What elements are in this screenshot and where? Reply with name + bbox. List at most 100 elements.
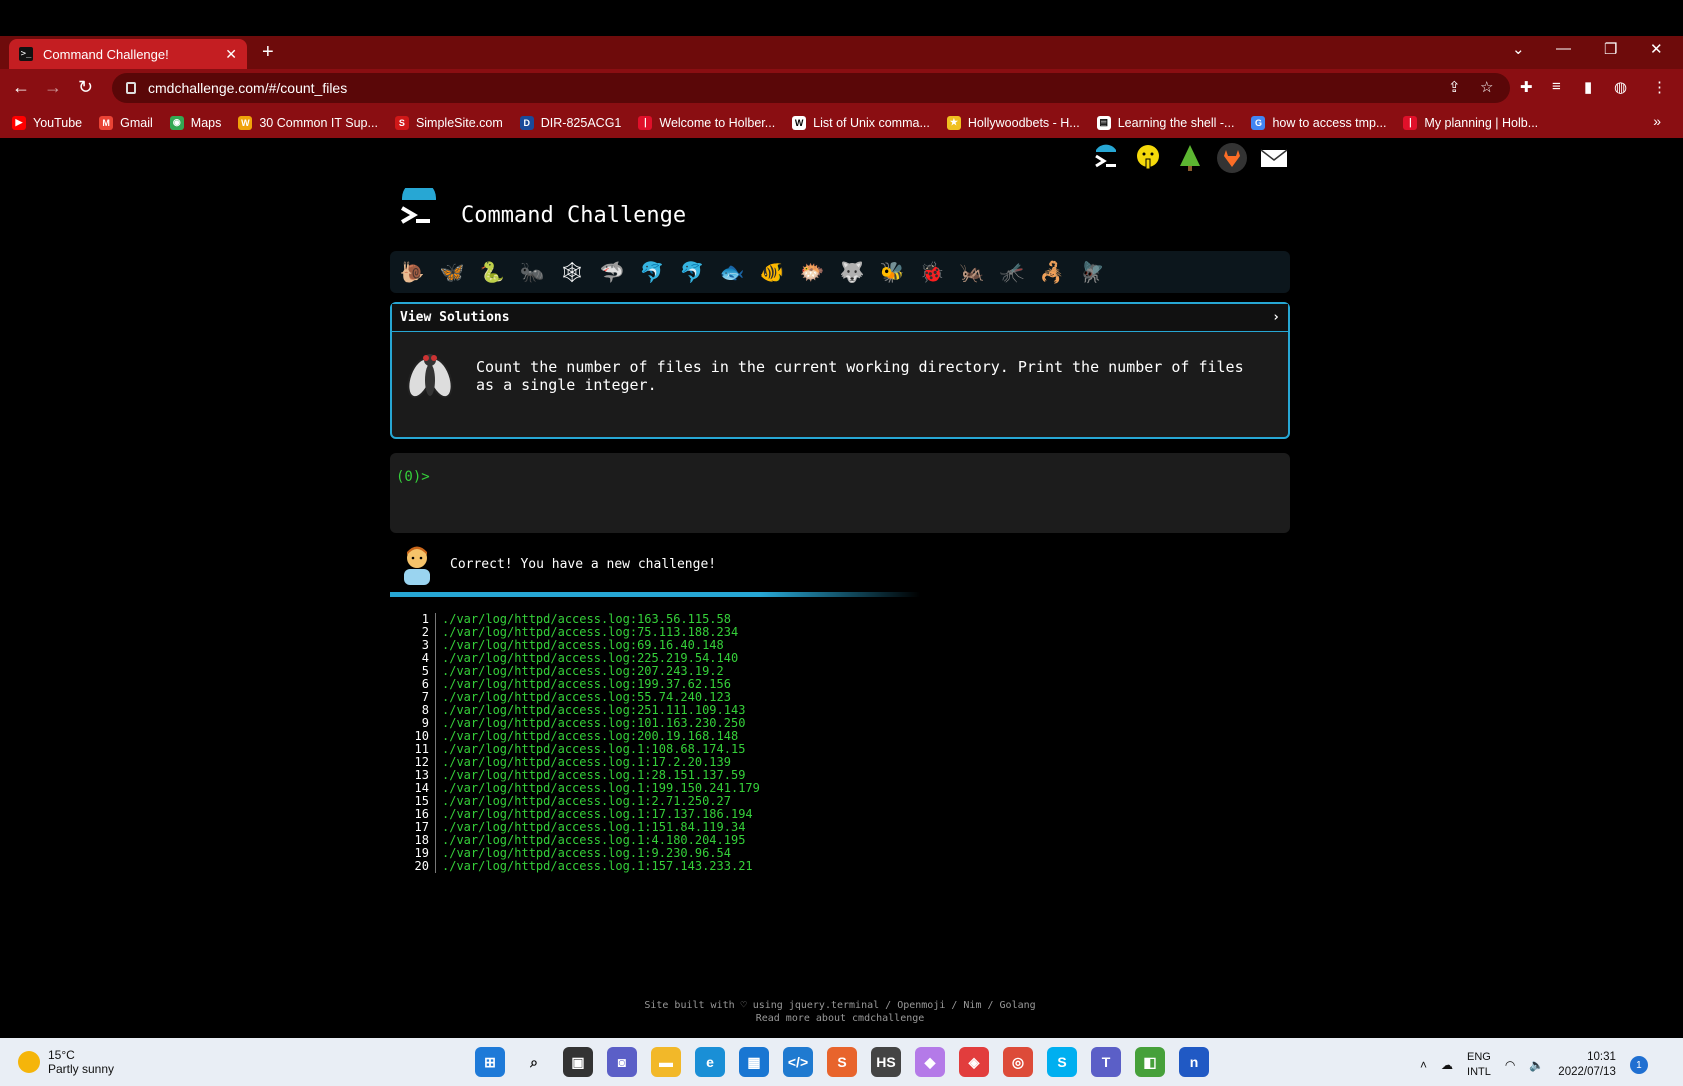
bookmark-item[interactable]: W List of Unix comma... [792,115,930,130]
tab-command-challenge[interactable]: >_ Command Challenge! ✕ [9,39,247,69]
chrome-icon[interactable]: ◎ [1003,1047,1033,1077]
bookmark-label: List of Unix comma... [813,115,930,130]
challenge-description: Count the number of files in the current… [476,358,1244,394]
shushing-face-icon[interactable] [1132,142,1164,174]
chat-icon[interactable]: ◙ [607,1047,637,1077]
tab-close-icon[interactable]: ✕ [225,46,237,63]
bookmark-item[interactable]: ▶ YouTube [12,115,82,130]
dolphin-icon[interactable]: 🐬 [638,258,666,286]
ant-icon[interactable]: 🐜 [518,258,546,286]
tropical-fish-icon[interactable]: 🐠 [758,258,786,286]
back-icon[interactable]: ← [12,77,30,98]
volume-icon[interactable]: 🔈 [1529,1058,1544,1072]
footer-credits: Site built with ♡ using jquery.terminal … [644,1000,1036,1011]
site-title: Command Challenge [461,203,687,228]
view-solutions-header[interactable]: View Solutions › [392,304,1288,332]
reload-icon[interactable]: ↻ [78,77,93,98]
bluestacks-icon[interactable]: ◧ [1135,1047,1165,1077]
bookmark-item[interactable]: ★ Hollywoodbets - H... [946,115,1080,130]
store-icon[interactable]: ▦ [739,1047,769,1077]
weather-widget[interactable]: 15°C Partly sunny [18,1048,114,1076]
windows-start-icon[interactable]: ⊞ [475,1047,505,1077]
chevron-right-icon[interactable]: › [1272,310,1280,325]
bookmark-favicon-icon: ❘ [638,115,653,130]
forward-icon[interactable]: → [44,77,62,98]
restore-icon[interactable]: ❐ [1604,40,1617,58]
hs-app-icon[interactable]: HS [871,1047,901,1077]
scorpion-icon[interactable]: 🦂 [1038,258,1066,286]
terminal-input[interactable]: (0)> [390,453,1290,533]
tab-search-icon[interactable]: ⌄ [1512,40,1525,58]
dolphin-2-icon[interactable]: 🐬 [678,258,706,286]
weather-temperature: 15°C [48,1048,75,1062]
snake-icon[interactable]: 🐍 [478,258,506,286]
search-icon[interactable]: ⌕ [519,1047,549,1077]
ladybug-icon[interactable]: 🐞 [918,258,946,286]
sublime-icon[interactable]: S [827,1047,857,1077]
close-window-icon[interactable]: ✕ [1650,40,1663,58]
wifi-icon[interactable]: ◠ [1505,1058,1515,1072]
person-avatar-icon [400,543,434,585]
bookmark-favicon-icon: ★ [946,115,961,130]
bookmark-item[interactable]: W 30 Common IT Sup... [238,115,378,130]
pufferfish-icon[interactable]: 🐡 [798,258,826,286]
shark-icon[interactable]: 🦈 [598,258,626,286]
media-icon[interactable]: ≡ [1552,78,1561,95]
bookmark-item[interactable]: ▤ Learning the shell -... [1096,115,1235,130]
butterfly-icon[interactable]: 🦋 [438,258,466,286]
extensions-icon[interactable]: ✚ [1520,78,1533,96]
bookmarks-more-icon[interactable]: » [1653,113,1661,129]
minimize-icon[interactable]: — [1556,40,1571,57]
status-progress-bar [390,592,920,597]
bookmark-item[interactable]: ❘ My planning | Holb... [1403,115,1539,130]
chevron-up-icon[interactable]: ˄ [1420,1058,1427,1072]
language-code: ENG [1467,1051,1491,1063]
bookmark-star-icon[interactable]: ☆ [1480,78,1493,96]
snail-icon[interactable]: 🐌 [398,258,426,286]
cricket-icon[interactable]: 🦗 [958,258,986,286]
mosquito-icon[interactable]: 🦟 [998,258,1026,286]
teams-icon[interactable]: T [1091,1047,1121,1077]
fly-challenge-icon [404,346,456,406]
mail-icon[interactable] [1258,142,1290,174]
menu-icon[interactable]: ⋮ [1652,78,1667,96]
task-view-icon[interactable]: ▣ [563,1047,593,1077]
gem-app-icon[interactable]: ◆ [915,1047,945,1077]
terminal-logo-icon[interactable] [1090,142,1122,174]
vscode-icon[interactable]: </> [783,1047,813,1077]
lock-icon [126,82,136,94]
notion-icon[interactable]: n [1179,1047,1209,1077]
bookmark-item[interactable]: ◉ Maps [169,115,221,130]
sidepanel-icon[interactable]: ▮ [1584,78,1592,96]
footer-about-link[interactable]: Read more about cmdchallenge [600,1012,1080,1025]
new-tab-icon[interactable]: + [262,41,274,64]
profile-icon[interactable]: ◍ [1614,78,1627,96]
clock[interactable]: 10:31 2022/07/13 [1558,1050,1616,1080]
cloud-icon[interactable]: ☁ [1441,1058,1453,1072]
bee-icon[interactable]: 🐝 [878,258,906,286]
edge-icon[interactable]: e [695,1047,725,1077]
anydesk-icon[interactable]: ◈ [959,1047,989,1077]
bookmark-item[interactable]: M Gmail [99,115,153,130]
spider-web-icon[interactable]: 🕸 [558,258,586,286]
language-indicator[interactable]: ENG INTL [1467,1050,1491,1080]
wolf-icon[interactable]: 🐺 [838,258,866,286]
fish-icon[interactable]: 🐟 [718,258,746,286]
bookmark-item[interactable]: ❘ Welcome to Holber... [638,115,775,130]
status-row: Correct! You have a new challenge! [400,543,716,585]
fly-icon[interactable]: 🪰 [1078,258,1106,286]
skype-icon[interactable]: S [1047,1047,1077,1077]
bookmark-label: Learning the shell -... [1117,115,1235,130]
gitlab-icon[interactable] [1216,142,1248,174]
tree-icon[interactable] [1174,142,1206,174]
share-icon[interactable]: ⇪ [1448,78,1461,96]
bookmark-item[interactable]: Ghow to access tmp... [1251,115,1386,130]
bookmark-item[interactable]: D DIR-825ACG1 [519,115,621,130]
file-explorer-icon[interactable]: ▬ [651,1047,681,1077]
bookmark-favicon-icon: W [792,115,807,130]
bookmark-item[interactable]: S SimpleSite.com [394,115,503,130]
bookmark-label: My planning | Holb... [1424,115,1539,130]
tab-strip: >_ Command Challenge! ✕ [0,36,1683,69]
address-bar[interactable]: cmdchallenge.com/#/count_files [112,73,1510,103]
notification-badge[interactable]: 1 [1629,1056,1648,1074]
